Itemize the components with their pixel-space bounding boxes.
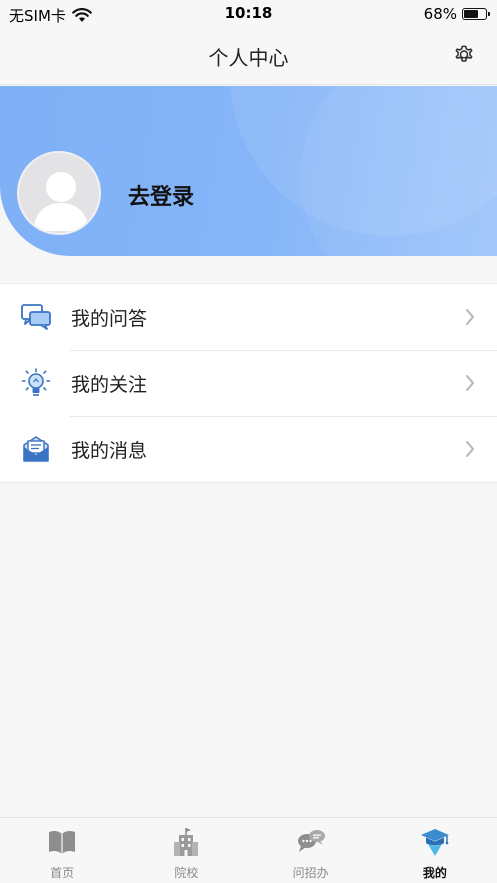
battery-level (464, 10, 479, 18)
lightbulb-icon (21, 368, 51, 396)
tab-label: 问招办 (292, 866, 329, 880)
chevron-right-icon (466, 375, 474, 391)
menu-item-my-qa[interactable]: 我的问答 (0, 284, 497, 350)
status-bar: 无SIM卡 10:18 68% (0, 0, 497, 28)
tab-ask-admissions[interactable]: 问招办 (249, 818, 373, 883)
tab-label: 院校 (174, 866, 199, 880)
gear-icon[interactable] (451, 42, 477, 68)
tab-mine[interactable]: 我的 (373, 818, 497, 883)
login-link[interactable]: 去登录 (128, 179, 194, 211)
tab-schools[interactable]: 院校 (124, 818, 248, 883)
tab-label: 我的 (422, 866, 447, 880)
chevron-right-icon (466, 309, 474, 325)
menu-item-label: 我的问答 (71, 308, 148, 330)
menu-list: 我的问答 我的关注 我的消息 (0, 283, 497, 483)
tab-label: 首页 (50, 866, 75, 880)
status-time: 10:18 (224, 4, 273, 22)
battery-icon (462, 8, 490, 20)
profile-banner[interactable]: 去登录 (0, 86, 497, 256)
nav-bar: 个人中心 (0, 28, 497, 85)
menu-item-my-follows[interactable]: 我的关注 (0, 350, 497, 416)
envelope-icon (23, 436, 49, 462)
menu-item-label: 我的关注 (71, 374, 148, 396)
graduation-cap-icon (420, 829, 449, 856)
battery-percent: 68% (423, 5, 457, 23)
tab-bar: 首页 院校 问招办 我的 (0, 817, 497, 883)
book-icon (49, 830, 76, 854)
chevron-right-icon (466, 441, 474, 457)
default-avatar-icon (33, 172, 89, 231)
tab-home[interactable]: 首页 (0, 818, 124, 883)
menu-item-label: 我的消息 (71, 440, 148, 462)
menu-item-my-messages[interactable]: 我的消息 (0, 416, 497, 482)
status-right: 68% (423, 5, 490, 23)
chat-icon (297, 830, 325, 852)
avatar[interactable] (17, 151, 101, 235)
building-icon (174, 828, 199, 856)
chat-bubbles-icon (21, 304, 51, 330)
banner-decoration (300, 86, 497, 256)
page-title: 个人中心 (208, 46, 289, 70)
